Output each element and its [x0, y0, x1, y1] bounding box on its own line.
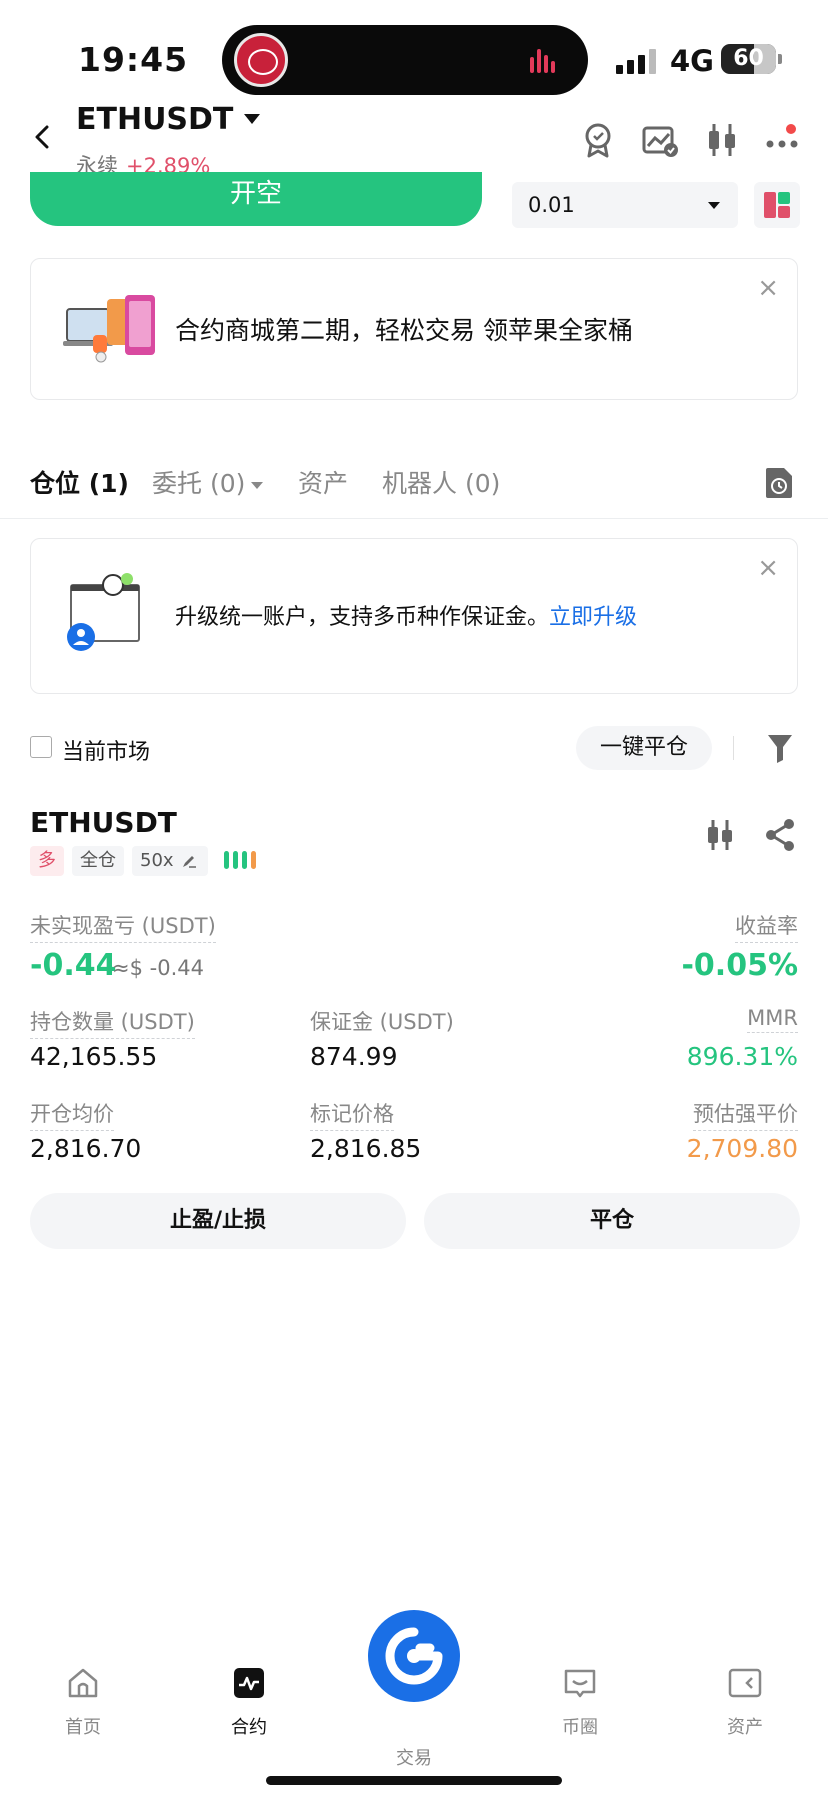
- mark-price-value: 2,816.85: [310, 1134, 422, 1163]
- position-size-label: 持仓数量 (USDT): [30, 1006, 195, 1039]
- upgrade-text: 升级统一账户，支持多币种作保证金。立即升级: [175, 599, 637, 631]
- margin-value: 874.99: [310, 1042, 398, 1071]
- edit-icon: [183, 856, 197, 868]
- mmr-value: 896.31%: [686, 1042, 798, 1071]
- mark-price-label: 标记价格: [310, 1098, 394, 1131]
- candlestick-icon[interactable]: [704, 818, 736, 852]
- chevron-down-icon: [708, 202, 720, 209]
- tab-positions[interactable]: 仓位 (1): [30, 464, 129, 500]
- unrealized-pnl-usd: ≈$ -0.44: [112, 956, 204, 980]
- app-logo-icon: [234, 33, 288, 87]
- home-indicator: [266, 1776, 562, 1785]
- tab-orders[interactable]: 委托 (0): [152, 464, 264, 500]
- network-type: 4G: [670, 44, 714, 78]
- roe-value: -0.05%: [681, 948, 798, 983]
- trade-icon: [385, 1627, 443, 1685]
- nav-home[interactable]: 首页: [33, 1666, 133, 1739]
- risk-level-bars: [224, 851, 260, 873]
- entry-price-label: 开仓均价: [30, 1098, 114, 1131]
- more-icon[interactable]: [764, 120, 804, 160]
- tab-bots[interactable]: 机器人 (0): [382, 464, 500, 500]
- quantity-value: 0.01: [528, 193, 575, 217]
- upgrade-now-link[interactable]: 立即升级: [549, 605, 637, 630]
- dynamic-island: [222, 25, 588, 95]
- close-all-button[interactable]: 一键平仓: [576, 726, 712, 770]
- account-upgrade-icon: [67, 573, 140, 651]
- margin-mode-badge: 全仓: [72, 846, 124, 876]
- symbol-selector[interactable]: ETHUSDT: [76, 102, 233, 137]
- tab-orders-label: 委托 (0): [152, 469, 246, 498]
- open-short-button[interactable]: 开空: [30, 172, 482, 226]
- nav-assets-label: 资产: [727, 1717, 763, 1738]
- current-market-checkbox[interactable]: [30, 736, 52, 758]
- home-icon: [68, 1668, 98, 1698]
- trade-fab-button[interactable]: [368, 1610, 460, 1702]
- order-history-icon[interactable]: [764, 466, 794, 500]
- leverage-value: 50x: [140, 850, 174, 871]
- close-icon[interactable]: ×: [757, 555, 779, 581]
- entry-price-value: 2,816.70: [30, 1134, 142, 1163]
- layout-toggle-icon[interactable]: [754, 182, 800, 228]
- header: ETHUSDT 永续 +2.89%: [0, 96, 828, 178]
- wallet-icon: [728, 1668, 762, 1698]
- position-tabs: 仓位 (1) 委托 (0) 资产 机器人 (0): [30, 464, 800, 508]
- nav-futures-label: 合约: [231, 1717, 267, 1738]
- nav-futures[interactable]: 合约: [199, 1666, 299, 1739]
- chevron-down-icon: [251, 481, 264, 489]
- notification-dot: [786, 124, 796, 134]
- side-badge: 多: [30, 846, 64, 876]
- nav-assets[interactable]: 资产: [695, 1666, 795, 1739]
- share-icon[interactable]: [764, 818, 796, 852]
- position-size-value: 42,165.55: [30, 1042, 158, 1071]
- futures-icon: [234, 1668, 264, 1698]
- award-icon[interactable]: [578, 120, 618, 160]
- quantity-select[interactable]: 0.01: [512, 182, 738, 228]
- clock: 19:45: [78, 40, 189, 79]
- unrealized-pnl-value: -0.44: [30, 948, 117, 983]
- tpsl-button[interactable]: 止盈/止损: [30, 1193, 406, 1249]
- back-icon[interactable]: [30, 124, 56, 150]
- close-icon[interactable]: ×: [757, 275, 779, 301]
- liq-price-value: 2,709.80: [686, 1134, 798, 1163]
- tab-assets[interactable]: 资产: [298, 464, 348, 500]
- unrealized-pnl-label: 未实现盈亏 (USDT): [30, 910, 216, 943]
- community-icon: [564, 1669, 596, 1698]
- liq-price-label: 预估强平价: [693, 1098, 798, 1131]
- nav-community[interactable]: 币圈: [530, 1666, 630, 1739]
- position-symbol: ETHUSDT: [30, 806, 177, 839]
- nav-home-label: 首页: [65, 1717, 101, 1738]
- mmr-label: MMR: [747, 1006, 798, 1033]
- upgrade-message: 升级统一账户，支持多币种作保证金。: [175, 605, 550, 630]
- chart-check-icon[interactable]: [640, 120, 680, 160]
- promo-text: 合约商城第二期，轻松交易 领苹果全家桶: [175, 316, 633, 345]
- current-market-label[interactable]: 当前市场: [62, 734, 150, 766]
- candlestick-icon[interactable]: [702, 120, 742, 160]
- tabs-divider: [0, 518, 828, 519]
- nav-trade-label: 交易: [396, 1748, 432, 1769]
- apple-products-image: [63, 295, 155, 363]
- battery-level: 60: [733, 46, 764, 71]
- audio-bars-icon: [530, 49, 555, 73]
- filter-divider: [733, 736, 734, 760]
- chevron-down-icon[interactable]: [244, 114, 260, 124]
- close-position-button[interactable]: 平仓: [424, 1193, 800, 1249]
- nav-community-label: 币圈: [562, 1717, 598, 1738]
- battery-icon: 60: [721, 44, 782, 74]
- margin-label: 保证金 (USDT): [310, 1010, 454, 1034]
- promo-banner[interactable]: 合约商城第二期，轻松交易 领苹果全家桶 ×: [30, 258, 798, 400]
- upgrade-banner[interactable]: 升级统一账户，支持多币种作保证金。立即升级 ×: [30, 538, 798, 694]
- nav-trade[interactable]: 交易: [364, 1744, 464, 1770]
- leverage-badge[interactable]: 50x: [132, 846, 208, 876]
- signal-icon: [616, 48, 660, 74]
- filter-icon[interactable]: [766, 732, 794, 764]
- roe-label: 收益率: [735, 910, 798, 943]
